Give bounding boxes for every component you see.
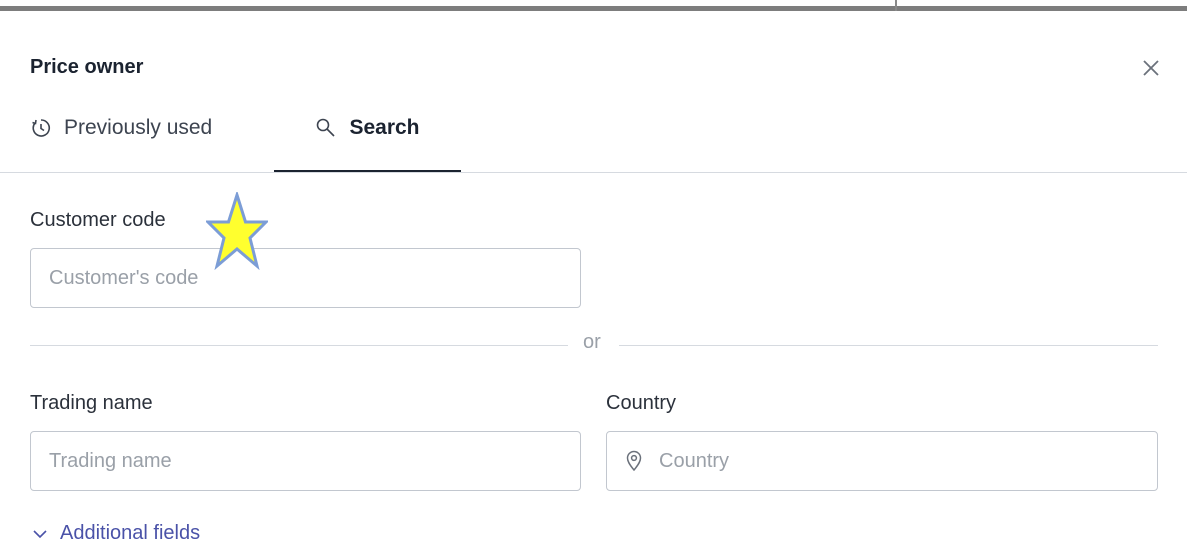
close-button[interactable] [1137, 54, 1165, 82]
close-icon [1143, 60, 1159, 76]
customer-code-field[interactable] [30, 248, 581, 308]
search-icon [317, 118, 336, 137]
or-divider-text: or [583, 331, 601, 353]
dialog-title: Price owner [30, 56, 144, 78]
or-divider-left [30, 345, 568, 346]
star-marker-icon [206, 192, 268, 270]
tab-previously-used[interactable]: Previously used [30, 98, 212, 158]
additional-fields-label: Additional fields [60, 522, 201, 544]
chevron-down-icon [33, 529, 47, 538]
tabs-divider [0, 172, 1187, 173]
customer-code-input[interactable] [49, 266, 562, 290]
tab-search-label: Search [349, 116, 420, 139]
country-field[interactable] [606, 431, 1158, 491]
trading-name-field[interactable] [30, 431, 581, 491]
country-input[interactable] [659, 449, 1139, 473]
additional-fields-toggle[interactable]: Additional fields [32, 522, 200, 545]
customer-code-label: Customer code [30, 209, 166, 231]
top-bar-tick [895, 0, 897, 11]
top-bar [0, 6, 1187, 11]
trading-name-label: Trading name [30, 392, 153, 414]
or-divider-right [619, 345, 1158, 346]
trading-name-input[interactable] [49, 449, 562, 473]
country-label: Country [606, 392, 677, 414]
location-pin-icon [626, 450, 642, 472]
tab-previously-used-label: Previously used [64, 116, 213, 139]
tab-search[interactable]: Search [274, 98, 461, 158]
history-icon [32, 119, 51, 137]
